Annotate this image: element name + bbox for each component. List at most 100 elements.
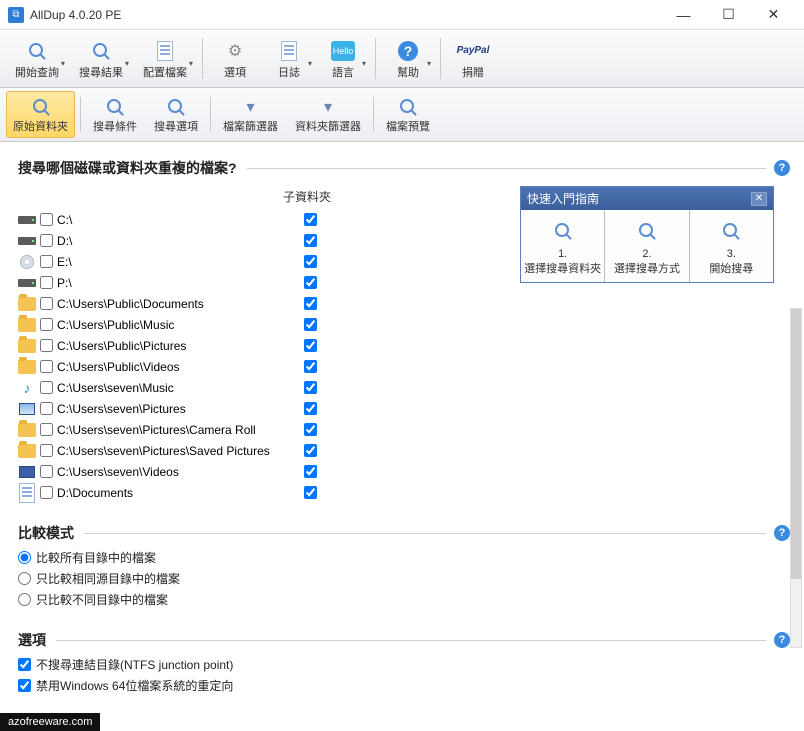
tab-file-filter[interactable]: ▾檔案篩選器: [216, 91, 285, 138]
folder-select-checkbox[interactable]: [40, 360, 53, 373]
subfolder-checkbox[interactable]: [304, 297, 317, 310]
subfolder-checkbox[interactable]: [304, 339, 317, 352]
folder-row[interactable]: C:\Users\seven\Pictures: [18, 398, 790, 419]
subfolder-checkbox[interactable]: [304, 402, 317, 415]
subfolder-checkbox[interactable]: [304, 423, 317, 436]
folder-select-checkbox[interactable]: [40, 276, 53, 289]
folder-select-checkbox[interactable]: [40, 234, 53, 247]
magnifier-icon: [32, 98, 50, 116]
help-icon[interactable]: ?: [774, 525, 790, 541]
compare-option[interactable]: 只比較不同目錄中的檔案: [18, 589, 790, 610]
subfolder-checkbox[interactable]: [304, 213, 317, 226]
folder-select-checkbox[interactable]: [40, 381, 53, 394]
toolbar-language[interactable]: Hello語言▾: [317, 32, 369, 85]
compare-option-label: 比較所有目錄中的檔案: [36, 549, 156, 566]
folder-select-checkbox[interactable]: [40, 318, 53, 331]
tab-search-options[interactable]: 搜尋選項: [147, 91, 205, 138]
folder-row[interactable]: C:\Users\Public\Documents: [18, 293, 790, 314]
close-button[interactable]: ✕: [751, 1, 796, 29]
folder-path: C:\Users\seven\Music: [57, 381, 304, 395]
compare-option[interactable]: 只比較相同源目錄中的檔案: [18, 568, 790, 589]
vertical-scrollbar[interactable]: [790, 308, 802, 648]
main-toolbar: 開始查詢▾搜尋結果▾配置檔案▾⚙選項日誌▾Hello語言▾?幫助▾PayPal捐…: [0, 30, 804, 88]
folder-select-checkbox[interactable]: [40, 423, 53, 436]
subfolder-checkbox[interactable]: [304, 255, 317, 268]
help-icon[interactable]: ?: [774, 160, 790, 176]
folder-path: C:\Users\Public\Documents: [57, 297, 304, 311]
image-icon: [19, 403, 35, 415]
guide-step-1[interactable]: 1.選擇搜尋資料夾: [521, 210, 605, 282]
subfolder-checkbox[interactable]: [304, 444, 317, 457]
toolbar-help[interactable]: ?幫助▾: [382, 32, 434, 85]
folder-row[interactable]: C:\Users\seven\Pictures\Camera Roll: [18, 419, 790, 440]
option-label: 不搜尋連結目錄(NTFS junction point): [36, 656, 233, 673]
folder-path: D:\: [57, 234, 304, 248]
toolbar-label: 開始查詢: [15, 64, 59, 80]
folder-row[interactable]: C:\Users\seven\Pictures\Saved Pictures: [18, 440, 790, 461]
folder-select-checkbox[interactable]: [40, 297, 53, 310]
option-item[interactable]: 不搜尋連結目錄(NTFS junction point): [18, 654, 790, 675]
tab-search-criteria[interactable]: 搜尋條件: [86, 91, 144, 138]
guide-title-bar[interactable]: 快速入門指南 ✕: [521, 187, 773, 210]
tab-source-folders[interactable]: 原始資料夾: [6, 91, 75, 138]
subfolder-checkbox[interactable]: [304, 276, 317, 289]
magnifier-icon: [167, 98, 185, 116]
toolbar-config-file[interactable]: 配置檔案▾: [134, 32, 196, 85]
subfolder-checkbox[interactable]: [304, 465, 317, 478]
guide-step-label: 選擇搜尋資料夾: [524, 260, 601, 276]
filter-icon: ▾: [324, 97, 332, 117]
compare-option[interactable]: 比較所有目錄中的檔案: [18, 547, 790, 568]
guide-close-button[interactable]: ✕: [751, 192, 767, 206]
folder-select-checkbox[interactable]: [40, 402, 53, 415]
folder-row[interactable]: C:\Users\Public\Music: [18, 314, 790, 335]
tab-label: 搜尋選項: [154, 118, 198, 134]
folder-select-checkbox[interactable]: [40, 255, 53, 268]
toolbar-start-search[interactable]: 開始查詢▾: [6, 32, 68, 85]
folder-icon: [18, 318, 36, 332]
help-icon: ?: [398, 41, 418, 61]
folder-select-checkbox[interactable]: [40, 339, 53, 352]
toolbar-log[interactable]: 日誌▾: [263, 32, 315, 85]
title-bar: ⧉ AllDup 4.0.20 PE — ☐ ✕: [0, 0, 804, 30]
toolbar-donate[interactable]: PayPal捐贈: [447, 32, 499, 85]
option-item[interactable]: 禁用Windows 64位檔案系統的重定向: [18, 675, 790, 696]
guide-step-number: 2.: [642, 248, 651, 260]
subfolder-checkbox[interactable]: [304, 360, 317, 373]
scrollbar-thumb[interactable]: [791, 309, 801, 579]
toolbar-options[interactable]: ⚙選項: [209, 32, 261, 85]
guide-step-2[interactable]: 2.選擇搜尋方式: [605, 210, 689, 282]
toolbar-label: 搜尋結果: [79, 64, 123, 80]
minimize-button[interactable]: —: [661, 1, 706, 29]
folder-select-checkbox[interactable]: [40, 486, 53, 499]
filter-icon: ▾: [246, 97, 254, 117]
folder-path: E:\: [57, 255, 304, 269]
help-icon[interactable]: ?: [774, 632, 790, 648]
option-checkbox[interactable]: [18, 658, 31, 671]
guide-step-3[interactable]: 3.開始搜尋: [690, 210, 773, 282]
video-icon: [19, 466, 35, 478]
folder-row[interactable]: D:\Documents: [18, 482, 790, 503]
dropdown-arrow-icon: ▾: [125, 59, 129, 68]
compare-radio[interactable]: [18, 572, 31, 585]
maximize-button[interactable]: ☐: [706, 1, 751, 29]
subfolder-checkbox[interactable]: [304, 234, 317, 247]
tab-label: 檔案預覽: [386, 118, 430, 134]
toolbar-search-results[interactable]: 搜尋結果▾: [70, 32, 132, 85]
tab-file-preview[interactable]: 檔案預覽: [379, 91, 437, 138]
compare-radio[interactable]: [18, 593, 31, 606]
subfolder-checkbox[interactable]: [304, 318, 317, 331]
toolbar-label: 日誌: [278, 64, 300, 80]
subfolder-checkbox[interactable]: [304, 486, 317, 499]
folder-row[interactable]: ♪C:\Users\seven\Music: [18, 377, 790, 398]
folder-select-checkbox[interactable]: [40, 444, 53, 457]
tab-toolbar: 原始資料夾搜尋條件搜尋選項 ▾檔案篩選器▾資料夾篩選器檔案預覽: [0, 88, 804, 142]
folder-select-checkbox[interactable]: [40, 213, 53, 226]
folder-row[interactable]: C:\Users\seven\Videos: [18, 461, 790, 482]
tab-folder-filter[interactable]: ▾資料夾篩選器: [288, 91, 368, 138]
folder-row[interactable]: C:\Users\Public\Pictures: [18, 335, 790, 356]
folder-row[interactable]: C:\Users\Public\Videos: [18, 356, 790, 377]
option-checkbox[interactable]: [18, 679, 31, 692]
subfolder-checkbox[interactable]: [304, 381, 317, 394]
folder-select-checkbox[interactable]: [40, 465, 53, 478]
compare-radio[interactable]: [18, 551, 31, 564]
